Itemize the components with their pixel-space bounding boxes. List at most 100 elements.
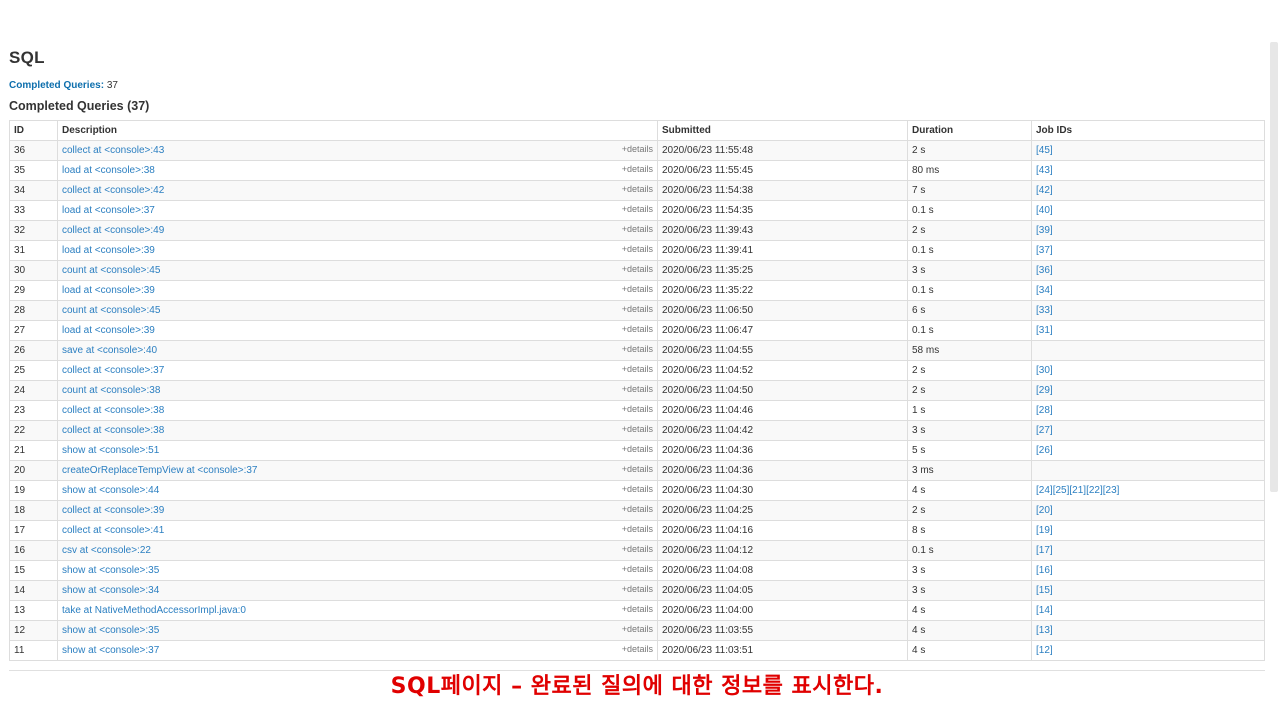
details-toggle[interactable]: +details bbox=[622, 364, 653, 374]
job-id-link[interactable]: 40 bbox=[1039, 205, 1050, 216]
column-header-description[interactable]: Description bbox=[57, 120, 658, 141]
details-toggle[interactable]: +details bbox=[622, 524, 653, 534]
details-toggle[interactable]: +details bbox=[622, 204, 653, 214]
details-toggle[interactable]: +details bbox=[622, 644, 653, 654]
details-toggle[interactable]: +details bbox=[622, 564, 653, 574]
details-toggle[interactable]: +details bbox=[622, 164, 653, 174]
query-description-link[interactable]: count at <console>:45 bbox=[62, 305, 160, 316]
query-description-link[interactable]: collect at <console>:41 bbox=[62, 525, 164, 536]
details-toggle[interactable]: +details bbox=[622, 504, 653, 514]
details-toggle[interactable]: +details bbox=[622, 284, 653, 294]
query-description-cell: show at <console>:35 +details bbox=[57, 620, 658, 641]
details-toggle[interactable]: +details bbox=[622, 224, 653, 234]
query-description-link[interactable]: load at <console>:39 bbox=[62, 325, 155, 336]
query-description-link[interactable]: count at <console>:45 bbox=[62, 265, 160, 276]
query-description-link[interactable]: load at <console>:39 bbox=[62, 285, 155, 296]
job-id-link[interactable]: 26 bbox=[1039, 445, 1050, 456]
query-description-link[interactable]: show at <console>:35 bbox=[62, 565, 159, 576]
job-id-link[interactable]: 36 bbox=[1039, 265, 1050, 276]
query-submitted: 2020/06/23 11:39:43 bbox=[657, 220, 908, 241]
query-description-link[interactable]: collect at <console>:39 bbox=[62, 505, 164, 516]
query-description-cell: show at <console>:34 +details bbox=[57, 580, 658, 601]
query-description-cell: take at NativeMethodAccessorImpl.java:0 +… bbox=[57, 600, 658, 621]
table-row: 30 count at <console>:45 +details 2020/06/2… bbox=[9, 260, 1265, 281]
completed-queries-heading[interactable]: Completed Queries (37) bbox=[9, 99, 149, 113]
column-header-id[interactable]: ID bbox=[9, 120, 58, 141]
details-toggle[interactable]: +details bbox=[622, 404, 653, 414]
query-description-link[interactable]: csv at <console>:22 bbox=[62, 545, 151, 556]
job-id-link[interactable]: 42 bbox=[1039, 185, 1050, 196]
query-description-link[interactable]: load at <console>:38 bbox=[62, 165, 155, 176]
completed-queries-link[interactable]: Completed Queries: bbox=[9, 80, 104, 91]
query-description-link[interactable]: collect at <console>:43 bbox=[62, 145, 164, 156]
job-id-link[interactable]: 19 bbox=[1039, 525, 1050, 536]
job-id-link[interactable]: 29 bbox=[1039, 385, 1050, 396]
job-id-link[interactable]: 13 bbox=[1039, 625, 1050, 636]
details-toggle[interactable]: +details bbox=[622, 424, 653, 434]
query-description-link[interactable]: show at <console>:51 bbox=[62, 445, 159, 456]
job-id-link[interactable]: 43 bbox=[1039, 165, 1050, 176]
query-job-ids: [13] bbox=[1031, 620, 1265, 641]
job-id-link[interactable]: 15 bbox=[1039, 585, 1050, 596]
query-description-link[interactable]: load at <console>:39 bbox=[62, 245, 155, 256]
column-header-job-ids[interactable]: Job IDs bbox=[1031, 120, 1265, 141]
job-id-link[interactable]: 34 bbox=[1039, 285, 1050, 296]
query-description-link[interactable]: show at <console>:35 bbox=[62, 625, 159, 636]
column-header-submitted[interactable]: Submitted bbox=[657, 120, 908, 141]
query-description-link[interactable]: count at <console>:38 bbox=[62, 385, 160, 396]
query-description-link[interactable]: save at <console>:40 bbox=[62, 345, 157, 356]
query-description-link[interactable]: collect at <console>:49 bbox=[62, 225, 164, 236]
query-description-link[interactable]: collect at <console>:38 bbox=[62, 405, 164, 416]
query-description-link[interactable]: collect at <console>:38 bbox=[62, 425, 164, 436]
job-id-link[interactable]: 24 bbox=[1039, 485, 1050, 496]
details-toggle[interactable]: +details bbox=[622, 604, 653, 614]
details-toggle[interactable]: +details bbox=[622, 264, 653, 274]
query-description-link[interactable]: createOrReplaceTempView at <console>:37 bbox=[62, 465, 257, 476]
job-id-link[interactable]: 21 bbox=[1072, 485, 1083, 496]
query-id: 18 bbox=[9, 500, 58, 521]
query-description-link[interactable]: collect at <console>:42 bbox=[62, 185, 164, 196]
job-id-link[interactable]: 12 bbox=[1039, 645, 1050, 656]
query-job-ids: [40] bbox=[1031, 200, 1265, 221]
details-toggle[interactable]: +details bbox=[622, 304, 653, 314]
details-toggle[interactable]: +details bbox=[622, 544, 653, 554]
details-toggle[interactable]: +details bbox=[622, 624, 653, 634]
query-description-link[interactable]: show at <console>:44 bbox=[62, 485, 159, 496]
job-id-link[interactable]: 31 bbox=[1039, 325, 1050, 336]
job-id-link[interactable]: 17 bbox=[1039, 545, 1050, 556]
details-toggle[interactable]: +details bbox=[622, 324, 653, 334]
job-id-link[interactable]: 20 bbox=[1039, 505, 1050, 516]
job-id-link[interactable]: 23 bbox=[1106, 485, 1117, 496]
job-id-link[interactable]: 28 bbox=[1039, 405, 1050, 416]
details-toggle[interactable]: +details bbox=[622, 484, 653, 494]
job-id-link[interactable]: 37 bbox=[1039, 245, 1050, 256]
query-description-cell: createOrReplaceTempView at <console>:37 +… bbox=[57, 460, 658, 481]
details-toggle[interactable]: +details bbox=[622, 144, 653, 154]
job-id-link[interactable]: 30 bbox=[1039, 365, 1050, 376]
column-header-duration[interactable]: Duration bbox=[907, 120, 1032, 141]
job-id-link[interactable]: 45 bbox=[1039, 145, 1050, 156]
details-toggle[interactable]: +details bbox=[622, 244, 653, 254]
job-id-link[interactable]: 39 bbox=[1039, 225, 1050, 236]
details-toggle[interactable]: +details bbox=[622, 184, 653, 194]
details-toggle[interactable]: +details bbox=[622, 344, 653, 354]
details-toggle[interactable]: +details bbox=[622, 444, 653, 454]
query-description-link[interactable]: load at <console>:37 bbox=[62, 205, 155, 216]
job-id-link[interactable]: 33 bbox=[1039, 305, 1050, 316]
query-id: 28 bbox=[9, 300, 58, 321]
query-description-cell: show at <console>:37 +details bbox=[57, 640, 658, 661]
job-id-link[interactable]: 14 bbox=[1039, 605, 1050, 616]
job-id-link[interactable]: 27 bbox=[1039, 425, 1050, 436]
details-toggle[interactable]: +details bbox=[622, 464, 653, 474]
details-toggle[interactable]: +details bbox=[622, 584, 653, 594]
query-description-link[interactable]: collect at <console>:37 bbox=[62, 365, 164, 376]
query-description-link[interactable]: take at NativeMethodAccessorImpl.java:0 bbox=[62, 605, 246, 616]
query-id: 25 bbox=[9, 360, 58, 381]
vertical-scrollbar[interactable] bbox=[1270, 42, 1278, 492]
query-description-link[interactable]: show at <console>:37 bbox=[62, 645, 159, 656]
job-id-link[interactable]: 22 bbox=[1089, 485, 1100, 496]
query-description-link[interactable]: show at <console>:34 bbox=[62, 585, 159, 596]
details-toggle[interactable]: +details bbox=[622, 384, 653, 394]
job-id-link[interactable]: 25 bbox=[1055, 485, 1066, 496]
job-id-link[interactable]: 16 bbox=[1039, 565, 1050, 576]
